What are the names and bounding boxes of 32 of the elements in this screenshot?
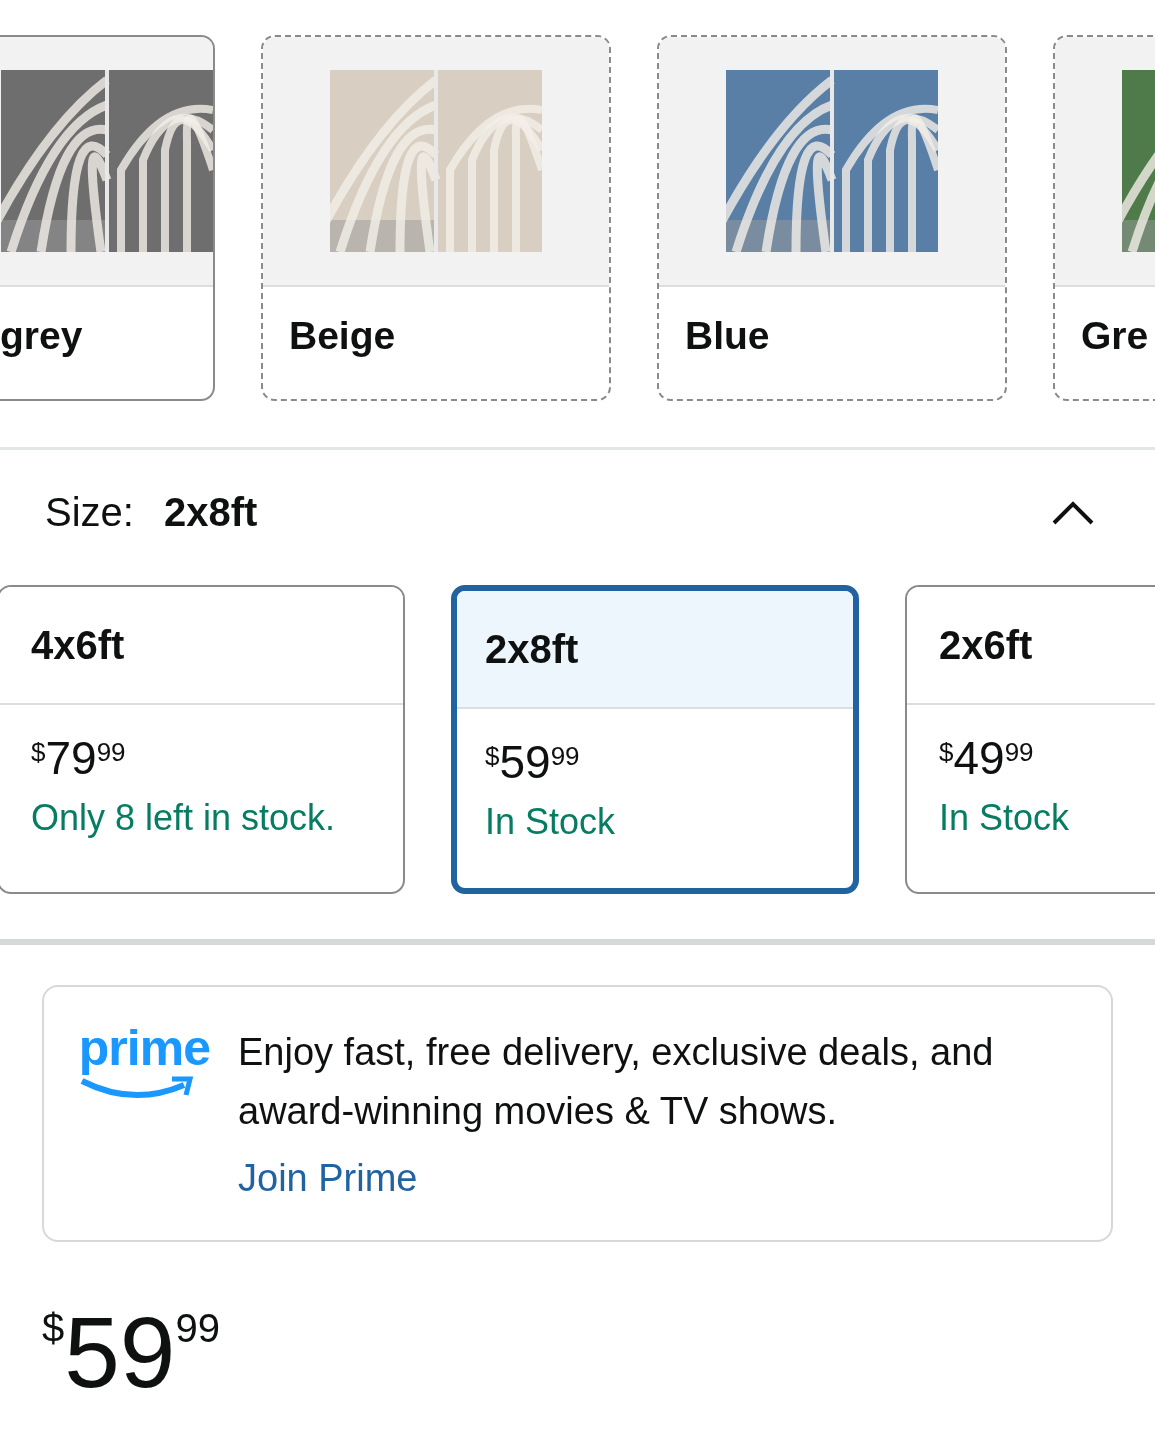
color-name: Beige bbox=[289, 313, 396, 359]
currency-symbol: $ bbox=[31, 739, 46, 765]
size-name: 2x8ft bbox=[457, 591, 853, 709]
color-option[interactable]: Blue bbox=[657, 35, 1007, 401]
color-option[interactable]: Beige bbox=[261, 35, 611, 401]
join-prime-link[interactable]: Join Prime bbox=[238, 1157, 418, 1200]
currency-symbol: $ bbox=[42, 1308, 65, 1348]
price-fraction: 99 bbox=[175, 1308, 220, 1348]
price-whole: 79 bbox=[45, 735, 97, 781]
price-whole: 59 bbox=[499, 739, 551, 785]
price-whole: 59 bbox=[64, 1302, 176, 1402]
price-whole: 49 bbox=[953, 735, 1005, 781]
color-name: Blue bbox=[685, 313, 770, 359]
price-fraction: 99 bbox=[1004, 739, 1034, 765]
size-value: 2x8ft bbox=[163, 490, 259, 535]
prime-description: Enjoy fast, free delivery, exclusive deals, and award-winning movies & TV shows. bbox=[238, 1030, 995, 1134]
price-fraction: 99 bbox=[96, 739, 126, 765]
prime-logo: prime bbox=[78, 1023, 210, 1073]
chevron-icon[interactable] bbox=[1051, 499, 1095, 526]
size-name: 4x6ft bbox=[0, 587, 403, 705]
size-name: 2x6ft bbox=[907, 587, 1155, 705]
color-option[interactable]: Gre bbox=[1053, 35, 1155, 401]
stock-status: In Stock bbox=[939, 796, 1070, 840]
stock-status: In Stock bbox=[485, 800, 616, 844]
color-option[interactable]: grey bbox=[0, 35, 215, 401]
currency-symbol: $ bbox=[485, 743, 500, 769]
stock-status: Only 8 left in stock. bbox=[31, 796, 336, 840]
currency-symbol: $ bbox=[939, 739, 954, 765]
price-fraction: 99 bbox=[550, 743, 580, 769]
color-name: grey bbox=[0, 313, 83, 359]
size-label: Size: bbox=[45, 490, 134, 535]
color-name: Gre bbox=[1081, 313, 1149, 359]
